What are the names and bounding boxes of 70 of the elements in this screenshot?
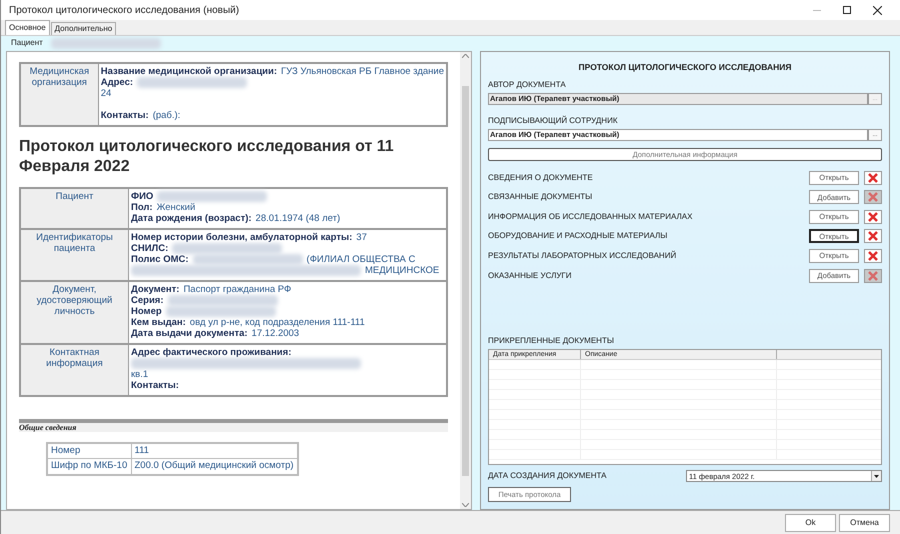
field-key: Документ: xyxy=(131,284,180,295)
delete-button[interactable] xyxy=(864,229,882,244)
field-value: МЕДИЦИНСКОЕ xyxy=(365,265,440,276)
delete-icon xyxy=(868,231,878,242)
section-label: ОБОРУДОВАНИЕ И РАСХОДНЫЕ МАТЕРИАЛЫ xyxy=(488,230,668,242)
field-key: Дата рождения (возраст): xyxy=(131,213,252,224)
section-label: РЕЗУЛЬТАТЫ ЛАБОРАТОРНЫХ ИССЛЕДОВАНИЙ xyxy=(488,250,678,262)
section-label: СВЕДЕНИЯ О ДОКУМЕНТЕ xyxy=(488,172,594,184)
field-key: Пол: xyxy=(131,202,153,213)
field-key: Название медицинской организации: xyxy=(100,66,277,77)
field-value: (раб.): xyxy=(152,110,180,121)
scrollbar[interactable] xyxy=(460,52,471,509)
delete-button[interactable] xyxy=(864,170,882,185)
delete-button[interactable] xyxy=(864,210,882,224)
field-key: Полис ОМС: xyxy=(131,254,189,265)
scroll-thumb[interactable] xyxy=(462,86,469,476)
form-title: ПРОТОКОЛ ЦИТОЛОГИЧЕСКОГО ИССЛЕДОВАНИЯ xyxy=(578,61,792,74)
maximize-icon xyxy=(843,6,851,14)
patient-label: Пациент xyxy=(11,37,43,49)
field-key: Дата выдачи документа: xyxy=(131,328,248,339)
field-key: Контакты: xyxy=(100,110,149,121)
field-value: Женский xyxy=(156,202,196,213)
window-title: Протокол цитологического исследования (новый) xyxy=(9,4,240,18)
section-title: Общие сведения xyxy=(19,422,76,434)
field-label: АВТОР ДОКУМЕНТА xyxy=(488,78,567,91)
table-header-cell: Идентификаторы пациента xyxy=(21,230,129,280)
delete-icon xyxy=(868,212,878,222)
table-header-cell: Пациент xyxy=(21,189,129,228)
attachments-label: ПРИКРЕПЛЕННЫЕ ДОКУМЕНТЫ xyxy=(488,335,615,348)
field-value: Паспорт гражданина РФ xyxy=(183,284,292,295)
dialog-button[interactable]: Ok xyxy=(785,514,836,532)
table-header-cell: Контактная информация xyxy=(21,345,129,395)
delete-button[interactable] xyxy=(864,248,882,263)
field-key: Адрес: xyxy=(100,77,134,88)
dialog-button[interactable]: Отмена xyxy=(839,514,890,532)
field-key: Адрес фактического проживания: xyxy=(131,347,292,358)
scroll-down-icon xyxy=(462,503,469,507)
table-header-cell: Документ, удостоверяющий личность xyxy=(21,282,129,343)
field-value: 17.12.2003 xyxy=(252,328,300,339)
field-value: 28.01.1974 (48 лет) xyxy=(256,213,340,224)
dropdown-icon xyxy=(874,474,879,478)
field-key: Серия: xyxy=(131,295,164,306)
field-label: ПОДПИСЫВАЮЩИЙ СОТРУДНИК xyxy=(488,114,618,127)
date-label: ДАТА СОЗДАНИЯ ДОКУМЕНТА xyxy=(488,470,608,482)
field-value: 37 xyxy=(356,232,367,243)
field-value: овд ул р-не, код подразделения 111-111 xyxy=(190,317,365,328)
tab[interactable]: Основное xyxy=(5,20,50,35)
field-value: (ФИЛИАЛ ОБЩЕСТВА С xyxy=(306,254,416,265)
field-key: Номер xyxy=(131,306,162,317)
scroll-up-icon xyxy=(462,54,469,58)
section-label: ИНФОРМАЦИЯ ОБ ИССЛЕДОВАННЫХ МАТЕРИАЛАХ xyxy=(488,210,694,223)
delete-icon xyxy=(868,270,878,281)
field-key: Кем выдан: xyxy=(131,317,186,328)
table-header-cell: Медицинская организация xyxy=(21,64,99,125)
section-label: ОКАЗАННЫЕ УСЛУГИ xyxy=(488,270,572,282)
field-key: СНИЛС: xyxy=(131,243,168,254)
section-label: СВЯЗАННЫЕ ДОКУМЕНТЫ xyxy=(488,191,594,204)
field-value: ГУЗ Ульяновская РБ Главное здание xyxy=(281,66,444,77)
tab[interactable]: Дополнительно xyxy=(50,22,116,35)
delete-icon xyxy=(868,192,878,202)
field-value: кв.1 xyxy=(131,369,148,380)
field-key: Номер истории болезни, амбулаторной карты: xyxy=(131,232,352,243)
close-icon xyxy=(872,6,882,14)
delete-icon xyxy=(868,250,878,261)
field-key: ФИО xyxy=(131,191,154,202)
delete-icon xyxy=(868,172,878,183)
field-value: 24 xyxy=(100,88,112,99)
table-cell: Номер xyxy=(47,443,131,459)
document-title: Протокол цитологического исследования от 11 Февраля 2022 xyxy=(19,137,395,177)
field-key: Контакты: xyxy=(131,380,179,391)
